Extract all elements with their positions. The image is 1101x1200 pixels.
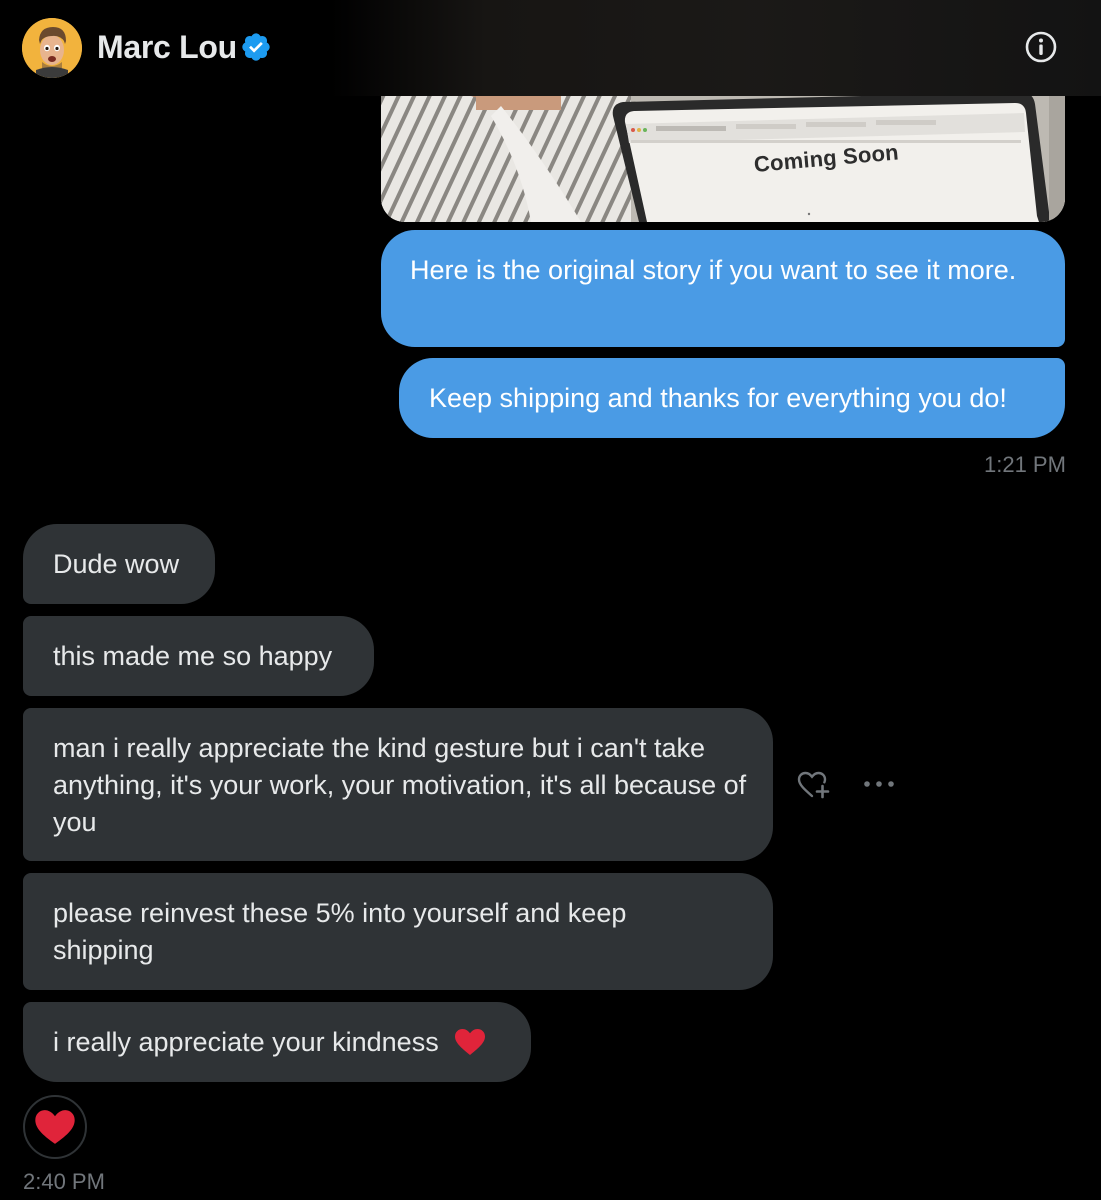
message-text: Here is the original story if you want t… — [410, 255, 1017, 285]
message-text: Keep shipping and thanks for everything … — [429, 383, 1007, 413]
conversation-header: Marc Lou — [0, 0, 1101, 96]
message-text: Dude wow — [53, 549, 180, 579]
message-text: i really appreciate your kindness — [53, 1027, 439, 1057]
sent-message[interactable]: Keep shipping and thanks for everything … — [399, 358, 1065, 438]
more-options-icon[interactable] — [862, 778, 896, 790]
received-timestamp: 2:40 PM — [23, 1169, 105, 1194]
header-backdrop — [330, 0, 1101, 96]
heart-emoji-icon — [455, 1029, 486, 1055]
verified-badge-icon — [242, 33, 270, 61]
conversation-title[interactable]: Marc Lou — [97, 29, 237, 66]
sent-timestamp: 1:21 PM — [984, 452, 1066, 477]
story-image[interactable] — [381, 96, 1065, 222]
info-icon[interactable] — [1024, 30, 1058, 64]
received-message[interactable]: i really appreciate your kindness — [23, 1002, 531, 1082]
received-message[interactable]: this made me so happy — [23, 616, 374, 696]
avatar[interactable] — [22, 18, 82, 78]
message-text: man i really appreciate the kind gesture… — [53, 733, 747, 837]
received-message[interactable]: Dude wow — [23, 524, 215, 604]
received-message[interactable]: please reinvest these 5% into yourself a… — [23, 873, 773, 990]
add-reaction-icon[interactable] — [797, 770, 831, 800]
message-reaction[interactable] — [23, 1095, 87, 1159]
message-text: please reinvest these 5% into yourself a… — [53, 898, 627, 965]
dm-conversation: Marc Lou Coming Soon Here is the origina… — [0, 0, 1101, 1200]
received-message[interactable]: man i really appreciate the kind gesture… — [23, 708, 773, 861]
sent-message[interactable]: Here is the original story if you want t… — [381, 230, 1065, 347]
heart-icon — [35, 1110, 75, 1144]
message-text: this made me so happy — [53, 641, 333, 671]
